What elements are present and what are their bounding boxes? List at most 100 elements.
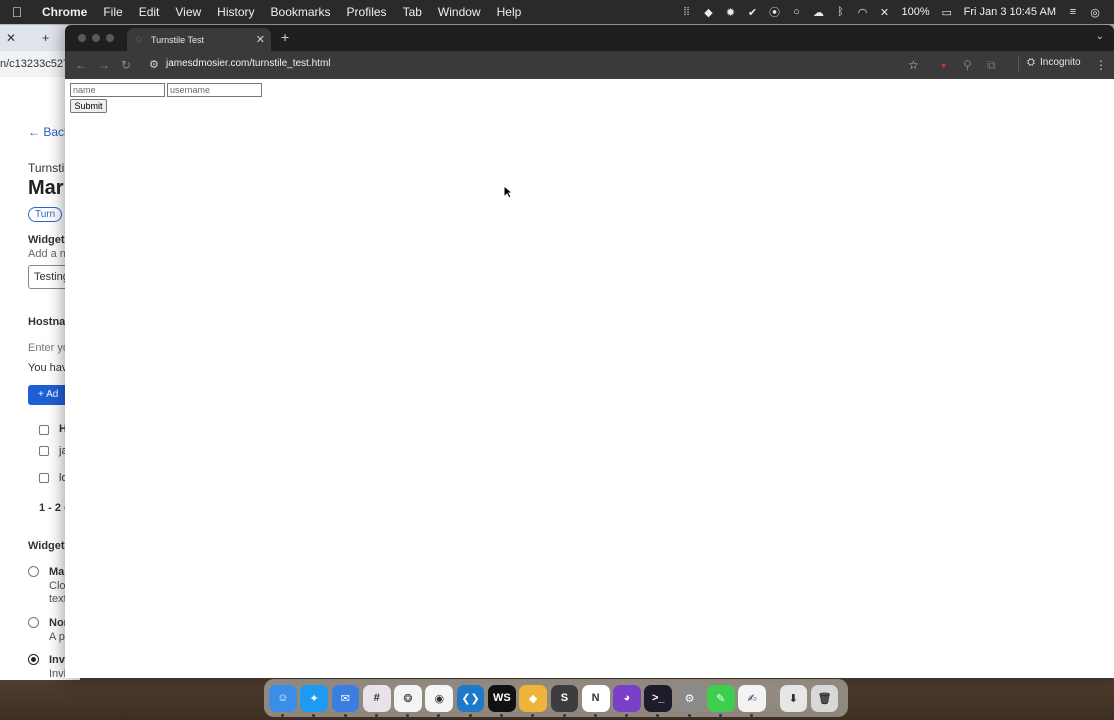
running-indicator <box>499 713 503 717</box>
row-checkbox[interactable] <box>39 473 49 483</box>
browser-window: ◌ Turnstile Test ✕ + ⌄ ← → ↻ ⚙ jamesdmos… <box>65 25 1114 678</box>
minimize-window-icon[interactable] <box>92 34 100 42</box>
extension-key-icon[interactable]: ⚲ <box>963 58 972 72</box>
back-link[interactable]: ← Back <box>28 125 70 139</box>
tab-close-icon[interactable]: ✕ <box>256 33 265 46</box>
dock-downloads-icon[interactable]: ⬇ <box>779 684 808 712</box>
invisible-radio[interactable] <box>28 654 39 665</box>
extension-record-icon[interactable]: ● <box>941 60 946 70</box>
submit-button[interactable]: Submit <box>70 99 107 113</box>
zoom-window-icon[interactable] <box>106 34 114 42</box>
tab-search-chevron-icon[interactable]: ⌄ <box>1096 31 1104 42</box>
row-checkbox[interactable] <box>39 446 49 456</box>
dock-mail-icon[interactable]: ✉ <box>331 684 360 717</box>
running-indicator <box>374 713 378 717</box>
menu-profiles[interactable]: Profiles <box>339 5 395 19</box>
grid-icon[interactable]: ⁞⁞ <box>676 6 698 18</box>
battery-percent: 100% <box>901 6 930 18</box>
control-center-icon[interactable]: ≡ <box>1062 6 1084 18</box>
dock-trash-icon[interactable]: 🗑 <box>810 684 839 712</box>
battery-icon[interactable]: ▭ <box>936 6 958 19</box>
menu-window[interactable]: Window <box>430 5 489 19</box>
background-new-tab-icon[interactable]: + <box>36 31 55 45</box>
new-tab-icon[interactable]: + <box>281 29 289 45</box>
bookmark-star-icon[interactable]: ☆ <box>908 58 919 72</box>
dock-github-desktop-icon[interactable]: ◕ <box>613 684 641 717</box>
menu-tab[interactable]: Tab <box>395 5 430 19</box>
running-indicator <box>406 713 410 717</box>
close-window-icon[interactable] <box>78 34 86 42</box>
running-indicator <box>281 713 284 717</box>
non-interactive-radio[interactable] <box>28 617 39 628</box>
dock-notion-icon[interactable]: N <box>581 684 610 717</box>
extensions-puzzle-icon[interactable]: ⧉ <box>987 58 996 73</box>
dock-textedit-icon[interactable]: ✍ <box>738 684 766 717</box>
dock-vs-code-icon[interactable]: ❮❯ <box>456 684 485 717</box>
browser-toolbar: ← → ↻ ⚙ jamesdmosier.com/turnstile_test.… <box>65 51 1114 79</box>
status-area: ⁞⁞ ◆ ✹ ✔ ⦿ ○ ☁ ᛒ ◠ ✕ 100% ▭ Fri Jan 3 10… <box>676 0 1106 24</box>
reload-icon[interactable]: ↻ <box>121 58 131 72</box>
bluetooth-icon[interactable]: ᛒ <box>830 6 852 18</box>
background-tab-close-icon[interactable]: ✕ <box>0 31 22 45</box>
dock-system-settings-icon[interactable]: ⚙ <box>675 684 704 717</box>
bg-subtitle: Turnstil <box>28 161 67 175</box>
dock-slack-icon[interactable]: # <box>362 684 391 717</box>
running-indicator <box>687 713 691 717</box>
check-circle-icon[interactable]: ✔ <box>742 6 764 19</box>
bg-pill[interactable]: Turn <box>28 207 63 222</box>
dock-stacks-icon[interactable]: ◆ <box>519 684 547 717</box>
dock-terminal-icon[interactable]: >_ <box>644 684 673 717</box>
more-menu-icon[interactable]: ⋮ <box>1095 58 1107 72</box>
running-indicator <box>312 713 316 717</box>
dock-webstorm-icon[interactable]: WS <box>487 684 516 717</box>
stop-circle-icon[interactable]: ⦿ <box>764 4 786 20</box>
add-hostname-button[interactable]: + Ad <box>28 385 68 405</box>
menu-app-name[interactable]: Chrome <box>34 5 95 19</box>
tab-bar: ◌ Turnstile Test ✕ + ⌄ <box>65 25 1114 51</box>
menu-file[interactable]: File <box>95 5 130 19</box>
toolbar-divider <box>1018 57 1019 71</box>
running-indicator <box>625 713 629 717</box>
mouse-cursor-icon <box>503 185 513 199</box>
dock-chrome-icon[interactable]: ◉ <box>425 684 454 717</box>
mute-icon[interactable]: ✕ <box>874 6 896 19</box>
select-all-checkbox[interactable] <box>39 425 49 435</box>
running-indicator <box>562 713 566 717</box>
circle-icon[interactable]: ○ <box>786 6 808 18</box>
sun-icon[interactable]: ✹ <box>720 6 742 19</box>
clock[interactable]: Fri Jan 3 10:45 AM <box>958 6 1062 18</box>
running-indicator <box>531 713 535 717</box>
running-indicator <box>750 713 754 717</box>
running-indicator <box>468 713 472 717</box>
menu-history[interactable]: History <box>209 5 262 19</box>
dock-chatgpt-icon[interactable]: ❂ <box>394 684 422 717</box>
managed-radio[interactable] <box>28 566 39 577</box>
menu-view[interactable]: View <box>167 5 209 19</box>
back-arrow-icon[interactable]: ← <box>75 58 87 72</box>
address-bar[interactable]: jamesdmosier.com/turnstile_test.html <box>166 58 331 69</box>
site-info-icon[interactable]: ⚙ <box>149 58 159 71</box>
dock-finder-icon[interactable]: ☺ <box>269 684 297 717</box>
running-indicator <box>593 713 597 717</box>
menu-bookmarks[interactable]: Bookmarks <box>263 5 339 19</box>
menu-bar:  Chrome File Edit View History Bookmark… <box>0 0 1114 24</box>
running-indicator <box>718 713 722 717</box>
cloud-icon[interactable]: ☁ <box>808 6 830 19</box>
dock-sublime-text-icon[interactable]: S <box>550 684 579 717</box>
menu-help[interactable]: Help <box>489 5 530 19</box>
incognito-indicator[interactable]: ⛭ Incognito <box>1027 57 1081 68</box>
tab-turnstile-test[interactable]: ◌ Turnstile Test ✕ <box>127 28 271 51</box>
incognito-label: Incognito <box>1040 57 1081 68</box>
docker-icon[interactable]: ◆ <box>698 6 720 19</box>
siri-icon[interactable]: ◎ <box>1084 6 1106 19</box>
forward-arrow-icon[interactable]: → <box>98 58 110 72</box>
dock-twitter-icon[interactable]: ✦ <box>300 684 328 717</box>
incognito-icon: ⛭ <box>1027 57 1035 68</box>
menu-edit[interactable]: Edit <box>131 5 168 19</box>
running-indicator <box>437 713 441 717</box>
dock-messages-icon[interactable]: ✎ <box>706 684 735 717</box>
name-input[interactable] <box>70 83 165 97</box>
username-input[interactable] <box>167 83 262 97</box>
apple-menu-icon[interactable]:  <box>0 4 34 20</box>
wifi-icon[interactable]: ◠ <box>852 6 874 19</box>
